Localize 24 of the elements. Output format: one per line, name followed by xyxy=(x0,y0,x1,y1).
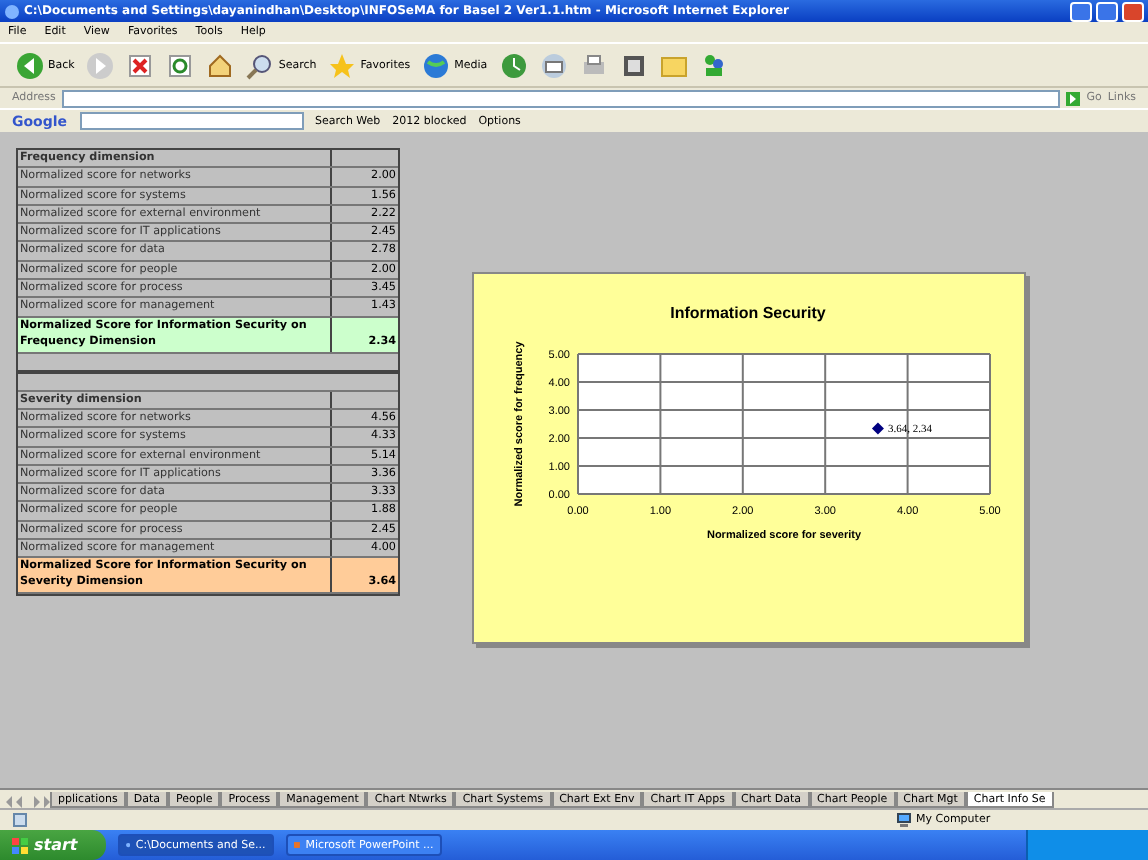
windows-flag-icon xyxy=(12,837,28,853)
folder-icon[interactable] xyxy=(659,51,688,79)
search-icon xyxy=(246,51,275,79)
go-icon[interactable] xyxy=(1066,91,1081,105)
globe-icon xyxy=(422,51,451,79)
system-tray xyxy=(1026,830,1148,860)
stop-icon[interactable] xyxy=(126,51,155,79)
back-icon xyxy=(16,51,44,79)
sheet-nav-icon[interactable] xyxy=(6,796,50,808)
start-button[interactable]: start xyxy=(0,830,106,860)
address-field[interactable] xyxy=(61,89,1061,107)
people-icon[interactable] xyxy=(699,51,728,79)
refresh-icon[interactable] xyxy=(166,51,195,79)
star-icon xyxy=(328,51,357,79)
history-icon[interactable] xyxy=(499,51,528,79)
computer-icon xyxy=(896,812,912,828)
maximize-button[interactable] xyxy=(1096,1,1118,21)
minimize-button[interactable] xyxy=(1070,1,1092,21)
close-button[interactable] xyxy=(1122,1,1144,21)
printer-icon[interactable] xyxy=(579,51,608,79)
page-icon xyxy=(12,812,28,828)
chart-title: Information Security xyxy=(670,304,826,322)
home-icon[interactable] xyxy=(206,51,235,79)
google-search-field[interactable] xyxy=(79,112,304,130)
